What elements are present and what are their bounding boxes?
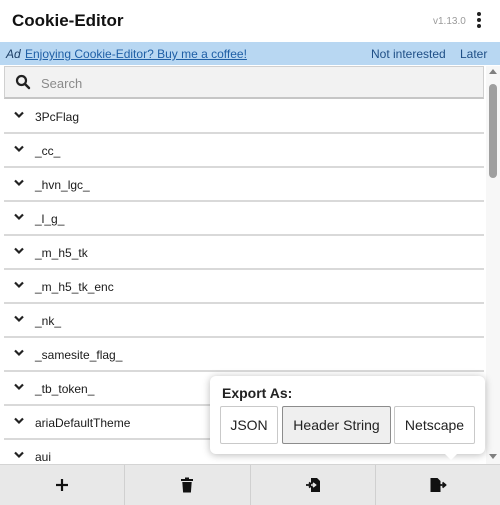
later-link[interactable]: Later — [460, 47, 487, 61]
cookie-name: 3PcFlag — [35, 110, 80, 124]
export-popover-title: Export As: — [222, 385, 293, 401]
app-title: Cookie-Editor — [12, 11, 124, 30]
export-netscape-button[interactable]: Netscape — [394, 406, 475, 444]
not-interested-link[interactable]: Not interested — [371, 47, 446, 61]
cookie-name: _nk_ — [35, 314, 62, 328]
add-cookie-button[interactable] — [0, 465, 126, 505]
plus-icon — [56, 479, 69, 491]
import-icon — [305, 478, 320, 492]
cookie-row[interactable]: _samesite_flag_ — [4, 338, 484, 372]
chevron-down-icon — [14, 213, 24, 221]
chevron-down-icon — [14, 315, 24, 323]
header: Cookie-Editor v1.13.0 — [0, 0, 500, 42]
chevron-down-icon — [14, 247, 24, 255]
export-popover: Export As: JSON Header String Netscape — [210, 376, 485, 454]
cookie-row[interactable]: _m_h5_tk_enc — [4, 270, 484, 304]
export-button[interactable] — [376, 465, 500, 505]
kebab-menu-icon[interactable] — [472, 12, 486, 32]
scroll-up-arrow-icon[interactable] — [489, 69, 497, 74]
cookie-name: _samesite_flag_ — [35, 348, 123, 362]
scrollbar[interactable] — [486, 66, 500, 464]
trash-icon — [181, 477, 194, 493]
cookie-name: _hvn_lgc_ — [35, 178, 90, 192]
cookie-name: _tb_token_ — [35, 382, 95, 396]
chevron-down-icon — [14, 145, 24, 153]
search-input[interactable] — [41, 73, 471, 93]
export-json-button[interactable]: JSON — [220, 406, 278, 444]
scroll-down-arrow-icon[interactable] — [489, 454, 497, 459]
chevron-down-icon — [14, 383, 24, 391]
cookie-row[interactable]: _l_g_ — [4, 202, 484, 236]
import-button[interactable] — [251, 465, 376, 505]
cookie-name: _cc_ — [35, 144, 61, 158]
cookie-name: _m_h5_tk_enc — [35, 280, 114, 294]
cookie-row[interactable]: _nk_ — [4, 304, 484, 338]
delete-all-button[interactable] — [125, 465, 251, 505]
cookie-name: _l_g_ — [35, 212, 65, 226]
cookie-row[interactable]: 3PcFlag — [4, 100, 484, 134]
ad-link[interactable]: Enjoying Cookie-Editor? Buy me a coffee! — [25, 47, 247, 61]
footer-toolbar — [0, 464, 500, 505]
cookie-name: ariaDefaultTheme — [35, 416, 131, 430]
chevron-down-icon — [14, 451, 24, 459]
chevron-down-icon — [14, 349, 24, 357]
ad-banner: Ad Enjoying Cookie-Editor? Buy me a coff… — [0, 42, 500, 65]
version-label: v1.13.0 — [433, 16, 466, 27]
export-header-string-button[interactable]: Header String — [282, 406, 391, 444]
ad-label: Ad — [6, 47, 21, 61]
chevron-down-icon — [14, 179, 24, 187]
cookie-row[interactable]: _m_h5_tk — [4, 236, 484, 270]
cookie-row[interactable]: _cc_ — [4, 134, 484, 168]
search-icon — [15, 74, 31, 90]
popover-arrow — [443, 452, 459, 460]
chevron-down-icon — [14, 111, 24, 119]
cookie-name: _m_h5_tk — [35, 246, 88, 260]
cookie-name: aui — [35, 450, 52, 464]
chevron-down-icon — [14, 417, 24, 425]
search-bar — [4, 66, 484, 99]
scrollbar-thumb[interactable] — [489, 84, 497, 178]
cookie-row[interactable]: _hvn_lgc_ — [4, 168, 484, 202]
export-icon — [430, 478, 447, 492]
chevron-down-icon — [14, 281, 24, 289]
